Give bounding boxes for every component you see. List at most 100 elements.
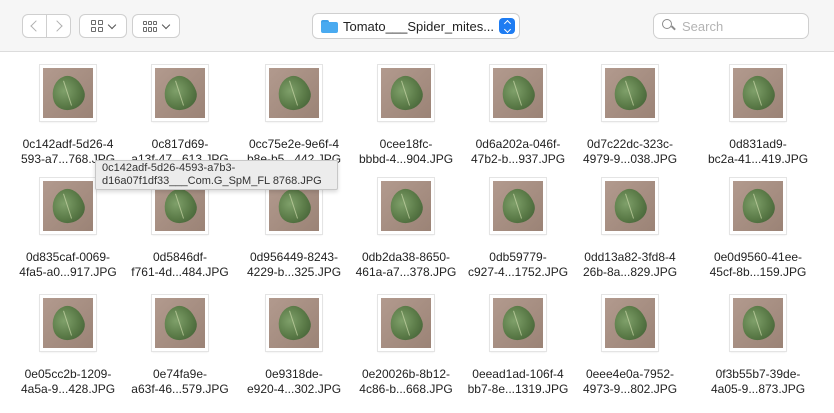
file-name-line-1: 0db2da38-8650- <box>361 250 451 264</box>
file-name-line-2: 47b2-b...937.JPG <box>470 152 566 166</box>
leaf-image <box>497 71 539 115</box>
leaf-image <box>609 71 651 115</box>
leaf-image <box>47 184 89 228</box>
leaf-image <box>609 301 651 345</box>
file-name-line-2: c927-4...1752.JPG <box>467 265 569 279</box>
image-thumbnail[interactable] <box>602 178 658 234</box>
image-thumbnail[interactable] <box>490 65 546 121</box>
file-name[interactable]: 0d6a202a-046f- 47b2-b...937.JPG <box>462 137 574 167</box>
image-thumbnail[interactable] <box>152 65 208 121</box>
view-mode-button[interactable] <box>79 14 127 38</box>
group-grid-icon <box>143 20 157 32</box>
finder-toolbar: Tomato___Spider_mites... <box>0 0 834 52</box>
leaf-image <box>497 184 539 228</box>
file-name[interactable]: 0eee4e0a-7952- 4973-9...802.JPG <box>574 367 686 397</box>
back-button[interactable] <box>22 14 47 38</box>
file-name-line-2: 4a5a-9...428.JPG <box>20 382 116 396</box>
file-name-line-2: e920-4...302.JPG <box>246 382 342 396</box>
leaf-image <box>273 184 315 228</box>
file-name-line-1: 0cc75e2e-9e6f-4 <box>248 137 340 151</box>
leaf-image <box>385 71 427 115</box>
file-name[interactable]: 0db2da38-8650- 461a-a7...378.JPG <box>350 250 462 280</box>
file-name-line-1: 0d956449-8243- <box>249 250 339 264</box>
file-name[interactable]: 0e0d9560-41ee- 45cf-8b...159.JPG <box>702 250 814 280</box>
file-name-line-2: bc2a-41...419.JPG <box>707 152 809 166</box>
image-thumbnail[interactable] <box>266 295 322 351</box>
image-thumbnail[interactable] <box>602 65 658 121</box>
search-field[interactable] <box>653 13 809 39</box>
search-input[interactable] <box>682 18 802 34</box>
leaf-image <box>609 184 651 228</box>
file-name-line-2: f761-4d...484.JPG <box>131 265 229 279</box>
file-name-line-1: 0c817d69- <box>151 137 209 151</box>
image-thumbnail[interactable] <box>266 65 322 121</box>
file-name[interactable]: 0e05cc2b-1209- 4a5a-9...428.JPG <box>12 367 124 397</box>
folder-name: Tomato___Spider_mites... <box>343 18 495 34</box>
file-name-line-2: 26b-8a...829.JPG <box>582 265 678 279</box>
image-thumbnail[interactable] <box>730 295 786 351</box>
leaf-image <box>385 184 427 228</box>
file-name-line-1: 0f3b55b7-39de- <box>715 367 801 381</box>
image-thumbnail[interactable] <box>152 295 208 351</box>
nav-buttons <box>22 14 71 38</box>
tooltip-line-2: d16a07f1df33___Com.G_SpM_FL 8768.JPG <box>102 175 322 187</box>
file-name[interactable]: 0f3b55b7-39de- 4a05-9...873.JPG <box>702 367 814 397</box>
image-thumbnail[interactable] <box>378 295 434 351</box>
file-name-line-2: bb7-8e...1319.JPG <box>467 382 569 396</box>
leaf-image <box>273 301 315 345</box>
image-thumbnail[interactable] <box>40 295 96 351</box>
image-thumbnail[interactable] <box>378 178 434 234</box>
file-name[interactable]: 0d956449-8243- 4229-b...325.JPG <box>238 250 350 280</box>
file-name[interactable]: 0d5846df-f761-4d...484.JPG <box>124 250 236 280</box>
image-thumbnail[interactable] <box>40 178 96 234</box>
file-name[interactable]: 0e74fa9e-a63f-46...579.JPG <box>124 367 236 397</box>
file-name-line-1: 0dd13a82-3fd8-4 <box>584 250 676 264</box>
chevron-left-icon <box>30 20 42 32</box>
file-name[interactable]: 0e20026b-8b12- 4c86-b...668.JPG <box>350 367 462 397</box>
file-name-line-2: 4a05-9...873.JPG <box>710 382 806 396</box>
image-thumbnail[interactable] <box>730 65 786 121</box>
file-name[interactable]: 0d7c22dc-323c- 4979-9...038.JPG <box>574 137 686 167</box>
file-name[interactable]: 0e9318de-e920-4...302.JPG <box>238 367 350 397</box>
file-name-line-1: 0d7c22dc-323c- <box>586 137 674 151</box>
icon-view-icon <box>91 20 103 32</box>
file-name-line-1: 0e05cc2b-1209- <box>24 367 112 381</box>
forward-button[interactable] <box>46 14 71 38</box>
image-thumbnail[interactable] <box>40 65 96 121</box>
file-name-line-2: 4fa5-a0...917.JPG <box>19 265 117 279</box>
image-thumbnail[interactable] <box>378 65 434 121</box>
leaf-image <box>385 301 427 345</box>
file-name-line-1: 0e9318de- <box>265 367 323 381</box>
chevron-right-icon <box>51 20 63 32</box>
file-name[interactable]: 0dd13a82-3fd8-4 26b-8a...829.JPG <box>574 250 686 280</box>
folder-icon <box>321 19 338 33</box>
file-name[interactable]: 0d835caf-0069- 4fa5-a0...917.JPG <box>12 250 124 280</box>
file-name[interactable]: 0db59779- c927-4...1752.JPG <box>462 250 574 280</box>
group-by-button[interactable] <box>132 14 180 38</box>
file-name-line-2: a63f-46...579.JPG <box>131 382 229 396</box>
image-thumbnail[interactable] <box>602 295 658 351</box>
filename-tooltip: 0c142adf-5d26-4593-a7b3- d16a07f1df33___… <box>95 160 338 190</box>
file-name-line-2: 45cf-8b...159.JPG <box>709 265 807 279</box>
file-name-line-2: 4973-9...802.JPG <box>582 382 678 396</box>
image-thumbnail[interactable] <box>490 295 546 351</box>
file-name-line-1: 0d831ad9- <box>729 137 787 151</box>
file-name-line-1: 0d835caf-0069- <box>25 250 111 264</box>
file-name-line-1: 0cee18fc- <box>379 137 433 151</box>
scrollbar[interactable] <box>830 52 834 413</box>
image-thumbnail[interactable] <box>490 178 546 234</box>
file-name[interactable]: 0d831ad9- bc2a-41...419.JPG <box>702 137 814 167</box>
file-name-line-2: bbbd-4...904.JPG <box>358 152 454 166</box>
file-name-line-1: 0eee4e0a-7952- <box>585 367 675 381</box>
file-name-line-1: 0d5846df- <box>152 250 208 264</box>
file-name-line-2: 461a-a7...378.JPG <box>355 265 457 279</box>
file-name[interactable]: 0cee18fc-bbbd-4...904.JPG <box>350 137 462 167</box>
file-name-line-2: 4229-b...325.JPG <box>246 265 342 279</box>
folder-path-popup[interactable]: Tomato___Spider_mites... <box>312 13 520 39</box>
tooltip-line-1: 0c142adf-5d26-4593-a7b3- <box>102 162 236 174</box>
file-name-line-1: 0db59779- <box>489 250 547 264</box>
file-name-line-1: 0e0d9560-41ee- <box>713 250 803 264</box>
file-name[interactable]: 0eead1ad-106f-4 bb7-8e...1319.JPG <box>462 367 574 397</box>
image-thumbnail[interactable] <box>730 178 786 234</box>
leaf-image <box>159 71 201 115</box>
